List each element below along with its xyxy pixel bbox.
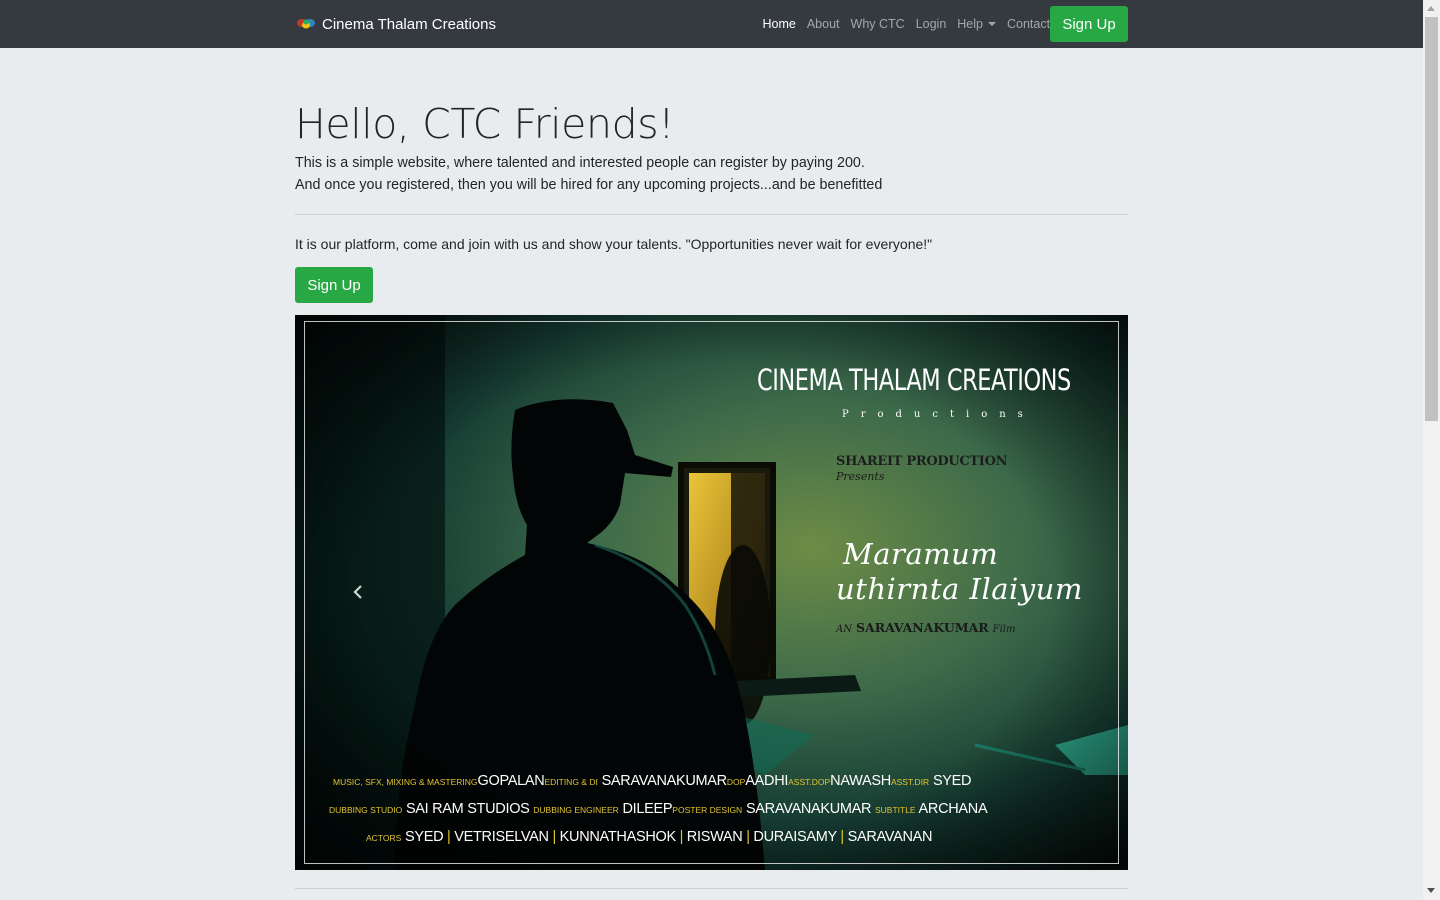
nav-login[interactable]: Login: [910, 17, 952, 31]
nav-about[interactable]: About: [801, 17, 845, 31]
chevron-left-icon: [353, 585, 362, 599]
scroll-down-arrow-icon[interactable]: [1427, 888, 1435, 893]
nav-contact[interactable]: Contact: [1002, 17, 1056, 31]
navbar: Cinema Thalam Creations Home About Why C…: [0, 0, 1423, 48]
nav-links: Home About Why CTC Login Help Contact: [757, 0, 1056, 48]
credit-name: SARAVANAKUMAR: [601, 773, 728, 789]
tagline-text: It is our platform, come and join with u…: [295, 236, 933, 252]
credit-label: SUBTITLE: [874, 805, 916, 815]
poster-presents-label: Presents: [836, 470, 885, 483]
poster-presenter: SHAREIT PRODUCTION: [836, 454, 1008, 469]
credit-label: POSTER DESIGN: [672, 805, 743, 815]
poster-credits-row2: DUBBING STUDIO SAI RAM STUDIOS DUBBING E…: [295, 801, 1128, 817]
navbar-signup-button[interactable]: Sign Up: [1050, 6, 1128, 42]
poster-director-prefix: AN: [836, 624, 852, 635]
credit-name: SARAVANAN: [847, 829, 933, 845]
credit-name: NAWASH: [830, 773, 891, 789]
divider: [295, 888, 1128, 889]
credit-label: DOP: [726, 777, 746, 787]
poster-studio-name: CINEMA THALAM CREATIONS: [757, 363, 1071, 397]
credit-label: ACTORS: [366, 833, 402, 843]
credit-name: DILEEP: [622, 801, 673, 817]
credit-name: SYED: [932, 773, 972, 789]
image-carousel: CINEMA THALAM CREATIONS Productions SHAR…: [295, 315, 1128, 870]
carousel-prev-button[interactable]: [345, 577, 371, 607]
credit-label: DUBBING ENGINEER: [533, 805, 619, 815]
credit-name: RISWAN: [686, 829, 743, 845]
signup-button[interactable]: Sign Up: [295, 267, 373, 303]
credit-name: VETRISELVAN: [454, 829, 549, 845]
poster-director-line: AN SARAVANAKUMAR Film: [836, 620, 1015, 635]
poster-productions-label: Productions: [842, 409, 1035, 420]
poster-credits-row3: ACTORS SYED | VETRISELVAN | KUNNATHASHOK…: [295, 829, 1128, 845]
poster-director-name: SARAVANAKUMAR: [855, 620, 989, 635]
nav-help-label: Help: [957, 17, 983, 31]
credit-name: ARCHANA: [918, 801, 988, 817]
credit-name: AADHI: [745, 773, 789, 789]
scroll-up-arrow-icon[interactable]: [1427, 6, 1435, 11]
caret-down-icon: [988, 22, 996, 26]
divider: [295, 214, 1128, 215]
poster-film-title-line2: uthirnta Ilaiyum: [836, 572, 1083, 606]
brand-name: Cinema Thalam Creations: [322, 15, 496, 33]
brand-logo-icon: [297, 19, 315, 29]
lead-text-line2: And once you registered, then you will b…: [295, 177, 883, 193]
nav-home[interactable]: Home: [757, 17, 801, 31]
credit-label: MUSIC, SFX, MIXING & MASTERING: [333, 777, 478, 787]
scrollbar-thumb[interactable]: [1425, 17, 1438, 421]
credit-label: ASST.DOP: [788, 777, 831, 787]
poster-film-title-line1: Maramum: [843, 537, 999, 571]
nav-help-dropdown[interactable]: Help: [952, 17, 1002, 31]
credit-label: EDITING & DI: [544, 777, 598, 787]
nav-why-ctc[interactable]: Why CTC: [845, 17, 910, 31]
credit-separator: |: [447, 829, 451, 845]
poster-director-suffix: Film: [992, 624, 1016, 635]
credit-name: SAI RAM STUDIOS: [405, 801, 530, 817]
page-title: Hello, CTC Friends!: [295, 100, 675, 148]
credit-label: ASST.DIR: [890, 777, 930, 787]
credit-name: KUNNATHASHOK: [559, 829, 676, 845]
brand-link[interactable]: Cinema Thalam Creations: [296, 13, 496, 35]
poster-credits-row1: MUSIC, SFX, MIXING & MASTERINGGOPALANEDI…: [295, 773, 1128, 789]
credit-name: SYED: [405, 829, 444, 845]
credit-label: DUBBING STUDIO: [329, 805, 403, 815]
lead-text-line1: This is a simple website, where talented…: [295, 155, 865, 171]
page-scrollbar[interactable]: [1423, 0, 1440, 900]
credit-name: GOPALAN: [477, 773, 545, 789]
credit-name: DURAISAMY: [753, 829, 837, 845]
credit-name: SARAVANAKUMAR: [745, 801, 872, 817]
